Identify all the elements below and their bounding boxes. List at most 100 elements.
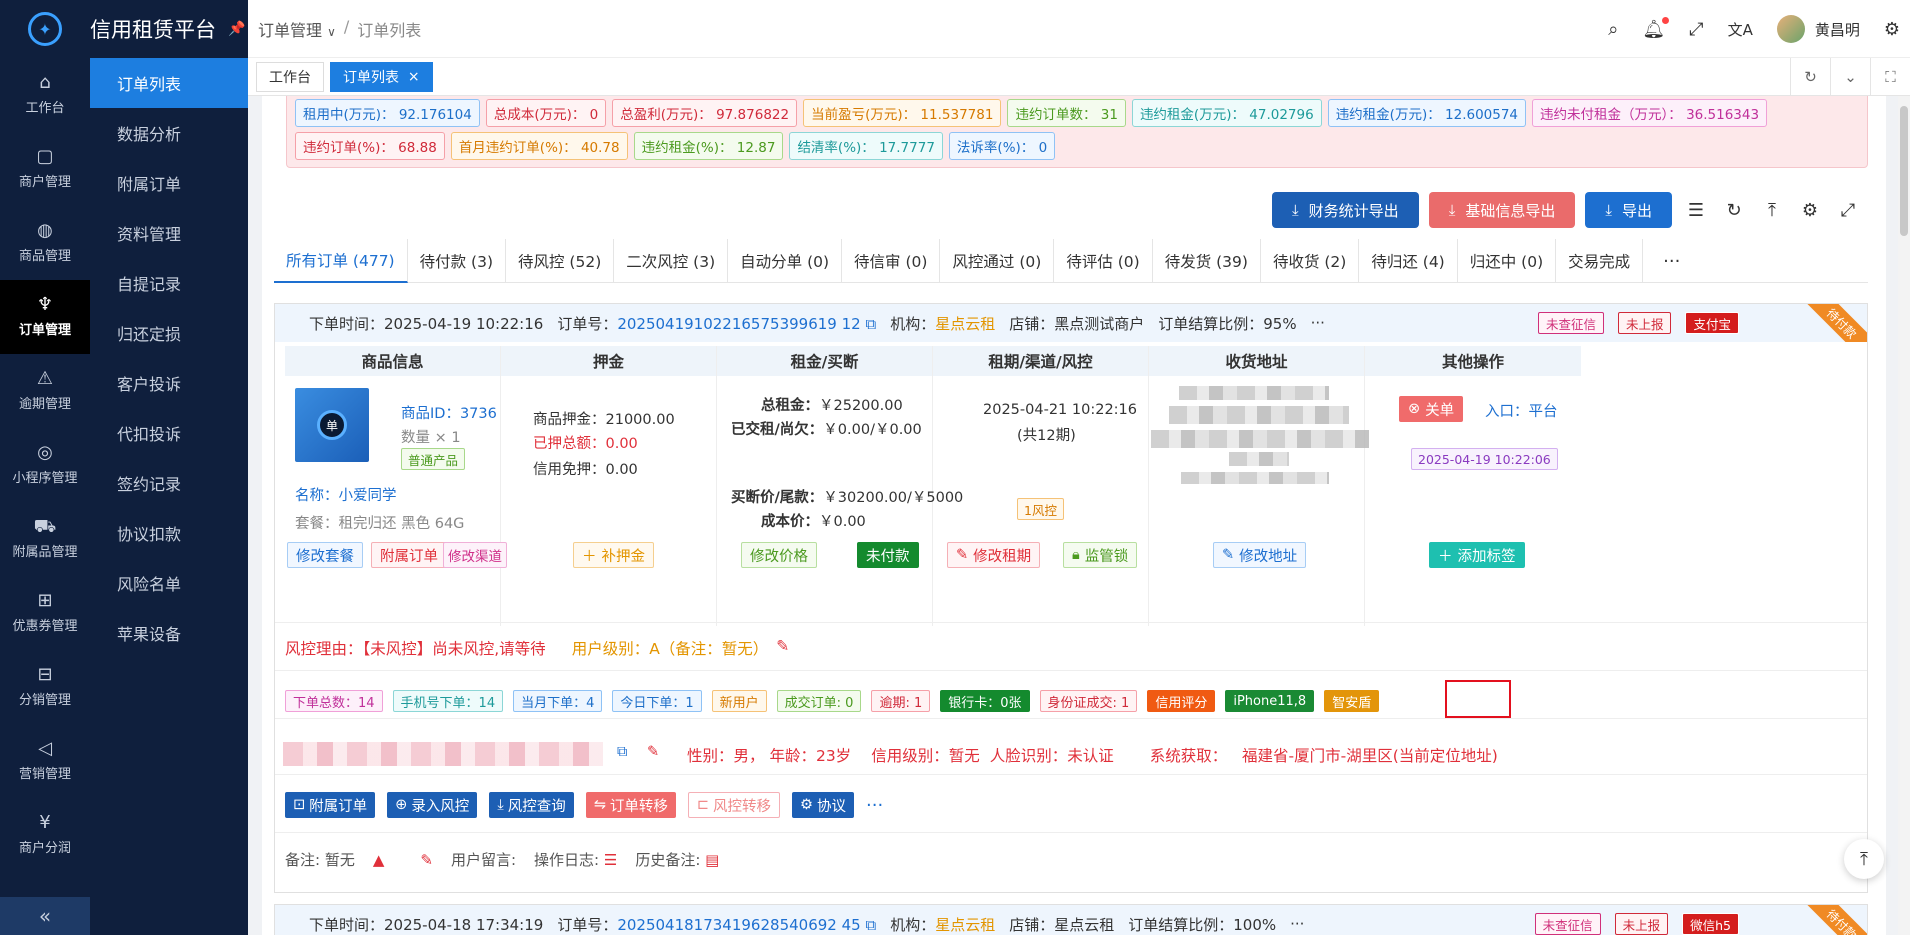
more-icon[interactable]: ··· [1311,314,1325,332]
bell-icon[interactable]: 🔔︎ [1642,16,1670,40]
submenu-item-4[interactable]: 自提记录 [90,258,248,308]
status-tab-5[interactable]: 待信审 (0) [842,239,941,283]
copy-icon[interactable]: ⧉ [865,916,876,934]
submenu-item-7[interactable]: 代扣投诉 [90,408,248,458]
edit-icon[interactable]: ✎ [776,637,789,659]
pin-icon[interactable]: 📌 [228,21,245,37]
status-tab-2[interactable]: 待风控 (52) [506,239,615,283]
status-tab-4[interactable]: 自动分单 (0) [728,239,843,283]
submenu-item-5[interactable]: 归还定损 [90,308,248,358]
edit-price-button[interactable]: 修改价格 [741,542,817,568]
order-number[interactable]: 20250419102216575399619 12 [617,315,860,333]
product-image[interactable]: 单 [295,388,369,462]
search-icon[interactable]: ⌕ [1608,19,1618,40]
rail-item-3[interactable]: ♆ 订单管理 [0,280,90,354]
submenu-item-3[interactable]: 资料管理 [90,208,248,258]
add-tag-button[interactable]: ＋添加标签 [1429,542,1525,568]
rail-item-6[interactable]: ⛟ 附属品管理 [0,502,90,576]
product-id[interactable]: 商品ID：3736 [401,402,497,423]
submenu-item-8[interactable]: 签约记录 [90,458,248,508]
tab-workbench[interactable]: 工作台 [256,61,324,92]
rail-item-9[interactable]: ◁ 营销管理 [0,724,90,798]
collapse-sidebar-button[interactable]: « [0,897,90,935]
refresh-icon[interactable]: ↻ [1790,58,1830,96]
edit-address-button[interactable]: ✎ 修改地址 [1213,542,1307,568]
order-number[interactable]: 20250418173419628540692 45 [617,916,860,934]
copy-icon[interactable]: ⧉ [617,744,627,760]
back-to-top-button[interactable]: ⤒ [1844,839,1884,879]
rail-item-0[interactable]: ⌂ 工作台 [0,58,90,132]
status-tab-6[interactable]: 风控通过 (0) [940,239,1055,283]
order-op-button-2[interactable]: ⤓ 风控查询 [489,792,574,818]
scrollbar-thumb[interactable] [1900,106,1908,236]
user-menu[interactable]: 黄昌明 [1776,15,1860,43]
gear-icon[interactable]: ⚙ [1884,19,1900,40]
close-icon[interactable]: × [408,69,420,85]
op-label: 风控转移 [713,798,772,815]
logo[interactable]: ✦ [0,0,90,58]
indent-icon[interactable]: ☰ [1682,196,1710,224]
add-deposit-button[interactable]: ＋补押金 [573,542,654,568]
tab-order-list[interactable]: 订单列表 × [330,61,433,92]
rail-item-7[interactable]: ⊞ 优惠券管理 [0,576,90,650]
submenu-item-10[interactable]: 风险名单 [90,558,248,608]
quantity: 数量 × 1 [401,430,461,446]
status-tab-8[interactable]: 待发货 (39) [1153,239,1261,283]
status-tab-0[interactable]: 所有订单 (477) [274,239,408,283]
product-name[interactable]: 名称：小爱同学 [295,484,397,505]
edit-period-button[interactable]: ✎ 修改租期 [947,542,1041,568]
list-icon[interactable]: ☰ [604,851,617,869]
status-tab-3[interactable]: 二次风控 (3) [614,239,729,283]
submenu-item-0[interactable]: 订单列表 [90,58,248,108]
edit-channel-button[interactable]: 修改渠道 [443,542,507,568]
rail-item-4[interactable]: ⚠ 逾期管理 [0,354,90,428]
export-button[interactable]: ⤓ 导出 [1585,192,1672,228]
submenu-item-9[interactable]: 协议扣款 [90,508,248,558]
refresh-icon[interactable]: ↻ [1720,196,1748,224]
status-tab-10[interactable]: 待归还 (4) [1359,239,1458,283]
more-icon[interactable]: ··· [866,795,883,816]
submenu-item-6[interactable]: 客户投诉 [90,358,248,408]
order-op-button-3[interactable]: ⇋ 订单转移 [585,792,676,818]
finance-export-button[interactable]: ⤓ 财务统计导出 [1272,192,1419,228]
fullscreen-icon[interactable]: ⤢ [1834,196,1862,224]
order-header: 下单时间：2025-04-19 10:22:16 订单号：20250419102… [275,304,1867,342]
settings-icon[interactable]: ⚙ [1796,196,1824,224]
maximize-icon[interactable]: ⛶ [1870,58,1910,96]
status-tab-12[interactable]: 交易完成 [1556,239,1644,283]
fullscreen-icon[interactable]: ⤢ [1689,19,1703,40]
submenu-item-1[interactable]: 数据分析 [90,108,248,158]
translate-icon[interactable]: 文A [1728,19,1753,40]
column-height-icon[interactable]: ⤒ [1758,196,1786,224]
caret-up-icon[interactable]: ▲ [373,851,385,869]
status-tab-1[interactable]: 待付款 (3) [408,239,506,283]
supervision-lock-button[interactable]: 🔒︎ 监管锁 [1063,542,1138,568]
rail-item-2[interactable]: ◍ 商品管理 [0,206,90,280]
order-op-button-5[interactable]: ⚙ 协议 [792,792,855,818]
status-tab-9[interactable]: 待收货 (2) [1261,239,1360,283]
submenu-item-2[interactable]: 附属订单 [90,158,248,208]
scrollbar[interactable] [1898,96,1910,935]
submenu-item-11[interactable]: 苹果设备 [90,608,248,658]
order-op-button-0[interactable]: ⊡ 附属订单 [285,792,376,818]
rail-item-5[interactable]: ◎ 小程序管理 [0,428,90,502]
rail-item-8[interactable]: ⊟ 分销管理 [0,650,90,724]
rail-item-1[interactable]: ▢ 商户管理 [0,132,90,206]
edit-icon[interactable]: ✎ [420,851,433,869]
breadcrumb-parent[interactable]: 订单管理 ∨ [258,17,336,41]
sub-order-button[interactable]: 附属订单 [371,542,447,568]
close-order-button[interactable]: ⊗ 关单 [1399,396,1464,422]
copy-icon[interactable]: ⧉ [865,315,876,333]
order-op-button-1[interactable]: ⊕ 录入风控 [387,792,478,818]
calendar-icon[interactable]: ▤ [705,851,719,869]
status-tab-7[interactable]: 待评估 (0) [1054,239,1153,283]
order-op-button-4[interactable]: ⊏ 风控转移 [687,792,781,818]
rail-item-10[interactable]: ¥ 商户分润 [0,798,90,872]
edit-package-button[interactable]: 修改套餐 [287,542,363,568]
basic-export-button[interactable]: ⤓ 基础信息导出 [1428,192,1576,228]
more-icon[interactable]: ··· [1290,915,1304,933]
more-tabs-button[interactable]: ··· [1643,239,1700,283]
chevron-down-icon[interactable]: ⌄ [1830,58,1870,96]
status-tab-11[interactable]: 归还中 (0) [1458,239,1557,283]
edit-icon[interactable]: ✎ [647,744,659,760]
